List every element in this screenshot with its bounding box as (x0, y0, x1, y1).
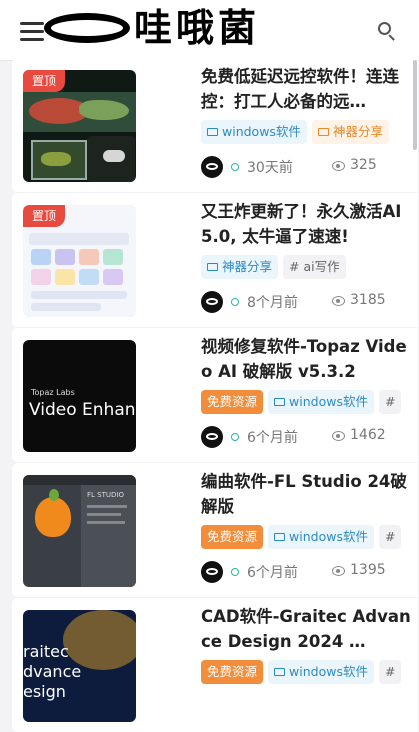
site-logo[interactable]: 哇哦菌 (44, 6, 260, 50)
eye-icon (332, 161, 345, 171)
view-count: 1395 (350, 562, 386, 578)
clock-icon (231, 568, 239, 576)
tag-windows-software[interactable]: windows软件 (201, 120, 307, 144)
folder-icon (207, 128, 218, 136)
post-title[interactable]: 编曲软件-FL Studio 24破解版 (201, 469, 413, 519)
author-avatar[interactable] (201, 561, 223, 583)
author-avatar[interactable] (201, 156, 223, 178)
tag-free-resources[interactable]: 免费资源 (201, 660, 264, 684)
post-time: 6个月前 (247, 565, 298, 581)
menu-icon[interactable] (20, 22, 46, 42)
view-count: 1462 (350, 427, 386, 443)
post-time: 8个月前 (247, 295, 298, 311)
scrollbar[interactable] (413, 60, 417, 150)
tag-tools-share[interactable]: 神器分享 (311, 120, 389, 144)
tag-windows-software[interactable]: windows软件 (268, 660, 374, 684)
tag-ai-writing[interactable]: # ai写作 (283, 255, 346, 279)
post-time: 6个月前 (247, 430, 298, 446)
post-thumbnail[interactable]: 置顶 (23, 205, 136, 317)
logo-mark (44, 12, 130, 43)
clock-icon (231, 298, 239, 306)
post-card[interactable]: raitec dvance esign CAD软件-Graitec Advanc… (12, 598, 418, 732)
post-card[interactable]: 置顶 又王炸更新了！永久激活AI5.0, 太牛逼了速速! 神器分享 # ai写作 … (12, 193, 418, 327)
post-meta: 6个月前 1462 (201, 426, 401, 448)
post-time: 30天前 (247, 160, 293, 176)
tag-hash[interactable]: # (378, 390, 402, 414)
folder-icon (274, 398, 286, 406)
post-thumbnail[interactable]: 置顶 (23, 70, 136, 182)
post-tags: windows软件 神器分享 (201, 120, 418, 144)
sticky-badge: 置顶 (23, 70, 65, 92)
thumb-caption-small: Topaz Labs (31, 388, 75, 397)
top-header: 哇哦菌 (0, 0, 419, 61)
search-icon[interactable] (378, 22, 396, 41)
post-card[interactable]: Topaz Labs Video Enhan 视频修复软件-Topaz Vide… (12, 328, 418, 462)
tag-hash[interactable]: # (378, 660, 402, 684)
folder-icon (274, 533, 286, 541)
post-title[interactable]: CAD软件-Graitec Advance Design 2024 … (201, 604, 413, 654)
post-meta: 30天前 325 (201, 156, 401, 178)
eye-icon (332, 431, 345, 441)
folder-icon (317, 128, 329, 136)
thumb-caption-big: raitec dvance esign (23, 642, 82, 701)
folder-icon (207, 263, 218, 271)
author-avatar[interactable] (201, 291, 223, 313)
view-count: 325 (350, 157, 377, 173)
post-tags: 神器分享 # ai写作 (201, 255, 418, 279)
thumb-caption-small: FL STUDIO (87, 491, 124, 499)
tag-hash[interactable]: # (378, 525, 402, 549)
post-tags: 免费资源 windows软件 # (201, 660, 418, 684)
tag-free-resources[interactable]: 免费资源 (201, 525, 264, 549)
tag-windows-software[interactable]: windows软件 (268, 525, 374, 549)
sticky-badge: 置顶 (23, 205, 65, 227)
clock-icon (231, 433, 239, 441)
eye-icon (332, 566, 345, 576)
folder-icon (274, 668, 286, 676)
tag-tools-share[interactable]: 神器分享 (201, 255, 279, 279)
tag-windows-software[interactable]: windows软件 (268, 390, 374, 414)
post-card[interactable]: FL STUDIO 编曲软件-FL Studio 24破解版 免费资源 windo… (12, 463, 418, 597)
thumb-caption-big: Video Enhan (29, 400, 136, 420)
post-title[interactable]: 免费低延迟远控软件！连连控：打工人必备的远… (201, 64, 413, 114)
eye-icon (332, 296, 345, 306)
post-title[interactable]: 视频修复软件-Topaz Video AI 破解版 v5.3.2 (201, 334, 413, 384)
post-thumbnail[interactable]: FL STUDIO (23, 475, 136, 587)
post-thumbnail[interactable]: raitec dvance esign (23, 610, 136, 722)
post-meta: 6个月前 1395 (201, 561, 401, 583)
post-tags: 免费资源 windows软件 # (201, 525, 418, 549)
post-meta: 8个月前 3185 (201, 291, 401, 313)
post-thumbnail[interactable]: Topaz Labs Video Enhan (23, 340, 136, 452)
post-title[interactable]: 又王炸更新了！永久激活AI5.0, 太牛逼了速速! (201, 199, 413, 249)
author-avatar[interactable] (201, 426, 223, 448)
clock-icon (231, 163, 239, 171)
tag-free-resources[interactable]: 免费资源 (201, 390, 264, 414)
view-count: 3185 (350, 292, 386, 308)
logo-text: 哇哦菌 (134, 6, 261, 50)
post-tags: 免费资源 windows软件 # (201, 390, 418, 414)
post-card[interactable]: 置顶 免费低延迟远控软件！连连控：打工人必备的远… windows软件 神器分享 … (12, 58, 418, 192)
